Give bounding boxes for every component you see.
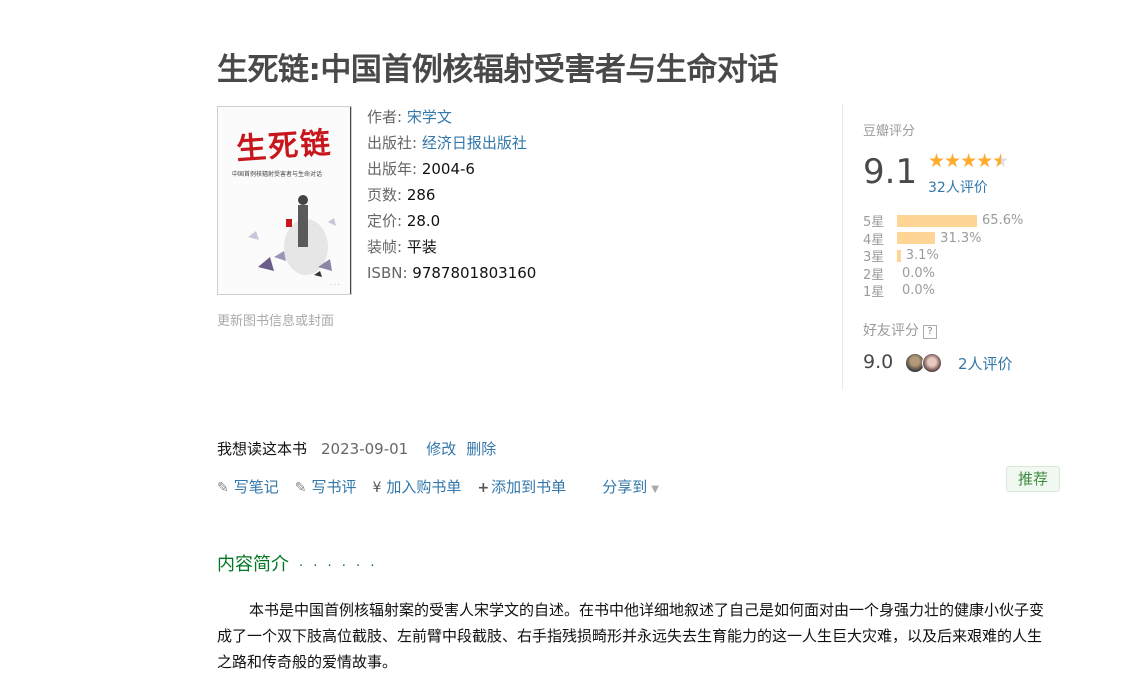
- update-book-info-link[interactable]: 更新图书信息或封面: [217, 310, 334, 329]
- pages-label: 页数:: [367, 186, 407, 204]
- rating-bar-percent: 3.1%: [905, 248, 939, 264]
- rating-bar-fill: [897, 214, 978, 227]
- rating-bar-label: 2星: [863, 267, 885, 283]
- yen-icon: ¥: [372, 480, 382, 496]
- rating-bar-label: 3星: [863, 250, 885, 266]
- rating-bar-row: 1星 0.0%: [863, 282, 1023, 300]
- action-bar: ✎ 写笔记 ✎ 写书评 ¥ 加入购书单 + 添加到书单 分享到 ▼: [217, 476, 659, 497]
- year-value: 2004-6: [421, 160, 475, 178]
- rating-bar-percent: 0.0%: [902, 265, 936, 281]
- reading-status: 我想读这本书 2023-09-01 修改 删除: [217, 438, 506, 459]
- friend-rating-score: 9.0: [863, 351, 894, 373]
- svg-text:· · ·: · · ·: [330, 282, 340, 289]
- status-date: 2023-09-01: [321, 440, 409, 458]
- pencil-icon: ✎: [294, 480, 307, 496]
- binding-label: 装帧:: [367, 238, 407, 256]
- rating-bar-row: 2星 0.0%: [863, 265, 1023, 283]
- pages-value: 286: [406, 186, 436, 204]
- write-note-button[interactable]: ✎ 写笔记: [217, 476, 279, 497]
- add-to-booklist-button[interactable]: + 添加到书单: [477, 476, 566, 497]
- rating-votes-link[interactable]: 32人评价: [928, 177, 988, 197]
- share-dropdown[interactable]: 分享到 ▼: [602, 476, 659, 497]
- friend-votes-link[interactable]: 2人评价: [958, 353, 1013, 374]
- cover-illustration: · · ·: [248, 195, 340, 289]
- chevron-down-icon: ▼: [651, 484, 659, 495]
- price-label: 定价:: [367, 212, 407, 230]
- rating-bar-row: 5星 65.6%: [863, 212, 1023, 230]
- write-review-button[interactable]: ✎ 写书评: [295, 476, 357, 497]
- author-link[interactable]: 宋学文: [407, 108, 452, 126]
- pencil-icon: ✎: [217, 480, 229, 496]
- year-label: 出版年:: [367, 160, 422, 178]
- rating-bar-percent: 0.0%: [902, 283, 936, 299]
- isbn-label: ISBN:: [367, 264, 413, 282]
- book-title: 生死链:中国首例核辐射受害者与生命对话: [217, 52, 778, 88]
- rating-bar-row: 3星 3.1%: [863, 247, 1023, 265]
- binding-value: 平装: [406, 238, 437, 256]
- avatar[interactable]: [922, 353, 942, 373]
- rating-bar-label: 4星: [863, 232, 885, 248]
- intro-text: 本书是中国首例核辐射案的受害人宋学文的自述。在书中他详细地叙述了自己是如何面对由…: [217, 601, 1045, 671]
- publisher-label: 出版社:: [367, 134, 422, 152]
- recommend-button[interactable]: 推荐: [1006, 466, 1060, 492]
- intro-heading: 内容简介 · · · · · ·: [217, 554, 378, 575]
- rating-stars-icon: ★★★★★: [928, 150, 1009, 172]
- rating-bar-fill: [897, 232, 936, 245]
- rating-bar-percent: 31.3%: [940, 230, 982, 246]
- rating-bar-label: 1星: [863, 285, 885, 301]
- rating-bar-fill: [897, 249, 901, 262]
- publisher-link[interactable]: 经济日报出版社: [422, 134, 527, 152]
- book-cover-image[interactable]: 生死链 中国首例核辐射受害者与生命对话 · · ·: [217, 106, 352, 295]
- rating-bar-label: 5星: [863, 215, 885, 231]
- rating-score: 9.1: [863, 152, 918, 192]
- delete-link[interactable]: 删除: [466, 440, 496, 458]
- book-info: 作者: 宋学文 出版社: 经济日报出版社 出版年: 2004-6 页数: 286…: [367, 104, 536, 286]
- friend-avatars: [905, 353, 942, 373]
- intro-dots: · · · · · ·: [299, 559, 378, 574]
- rating-bar-row: 4星 31.3%: [863, 230, 1023, 248]
- add-to-cart-button[interactable]: ¥ 加入购书单: [373, 476, 462, 497]
- status-label: 我想读这本书: [217, 440, 308, 458]
- rating-label: 豆瓣评分: [863, 124, 916, 139]
- plus-icon: +: [477, 480, 490, 496]
- rating-panel: 豆瓣评分 9.1 ★★★★★ 32人评价 5星 65.6% 4星 31.3% 3星 3.1…: [842, 104, 1093, 390]
- author-label: 作者:: [367, 108, 407, 126]
- rating-bar-percent: 65.6%: [982, 213, 1024, 229]
- help-icon[interactable]: ?: [923, 325, 937, 339]
- price-value: 28.0: [406, 212, 441, 230]
- isbn-value: 9787801803160: [412, 264, 537, 282]
- edit-link[interactable]: 修改: [426, 440, 456, 458]
- rating-breakdown: 5星 65.6% 4星 31.3% 3星 3.1% 2星 0.0% 1星 0.0%: [863, 212, 1023, 300]
- friend-rating-label: 好友评分?: [863, 320, 937, 340]
